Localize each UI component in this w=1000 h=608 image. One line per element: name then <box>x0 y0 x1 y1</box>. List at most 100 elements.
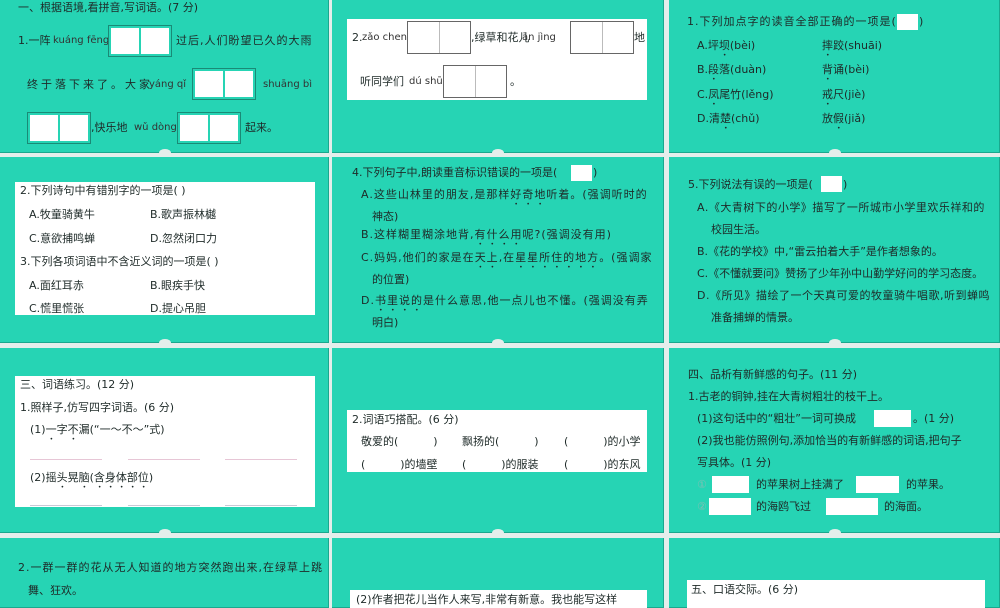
answer-box[interactable] <box>856 476 899 493</box>
question-text: 5.下列说法有误的一项是( <box>688 178 813 191</box>
question-text: 2.词语巧搭配。(6 分) <box>352 413 459 426</box>
dotted-char: 脑(含身体部位) <box>78 471 154 484</box>
text: C.妈妈,他们的家是在 <box>361 251 475 264</box>
question-card <box>15 182 315 315</box>
answer-box[interactable] <box>874 410 911 427</box>
slide-handle <box>158 529 171 533</box>
text: B. <box>697 63 709 76</box>
match-item: 敬爱的( ) <box>361 435 438 448</box>
answer-line[interactable] <box>225 505 297 506</box>
example-1: (1)一字不漏(“一～不～”式) <box>30 423 165 443</box>
slide-11[interactable]: (2)作者把花儿当作人来写,非常有新意。我也能写这样 <box>332 538 664 608</box>
text: ,在 <box>498 251 516 264</box>
text: (chǔ) <box>730 112 760 125</box>
slide-handle <box>828 149 841 153</box>
answer-box[interactable] <box>709 498 751 515</box>
answer-grid[interactable] <box>407 21 471 54</box>
question-text: 起来。 <box>245 121 278 134</box>
dotted-char: 坝 <box>718 39 730 52</box>
text: C. <box>697 88 709 101</box>
option-b-right: 背诵(bèi) <box>822 63 869 83</box>
slide-6[interactable]: 5.下列说法有误的一项是( ) A.《大青树下的小学》描写了一所城市小学里欢乐祥… <box>669 157 1000 343</box>
text: 听着。(强调听时的 <box>546 188 648 201</box>
dotted-char: 背 <box>822 63 833 76</box>
answer-line[interactable] <box>128 505 200 506</box>
text: 尺(jiè) <box>833 88 866 101</box>
text: 诵 <box>833 63 844 76</box>
option-a-cont: 校园生活。 <box>711 223 766 236</box>
option-d-cont: 准备捕蝉的情景。 <box>711 311 799 324</box>
question-text: 1.一阵 <box>18 34 51 47</box>
option: A.牧童骑黄牛 <box>29 208 95 221</box>
answer-grid[interactable] <box>443 65 507 98</box>
text: 落(duàn) <box>719 63 767 76</box>
question-text: 2.下列诗句中有错别字的一项是( ) <box>20 184 186 197</box>
option: A.面红耳赤 <box>29 279 84 292</box>
dotted-char: 不 <box>67 423 79 436</box>
dotted-text: 星星所住的地方 <box>515 251 600 264</box>
answer-boxes[interactable] <box>192 68 256 100</box>
answer-box[interactable] <box>826 498 878 515</box>
answer-box[interactable] <box>897 14 918 30</box>
answer-boxes[interactable] <box>27 112 91 144</box>
option-d: D.《所见》描绘了一个天真可爱的牧童骑牛唱歌,听到蝉鸣 <box>697 289 990 302</box>
sub-question: 。(1 分) <box>913 412 955 425</box>
text: 。(强调家 <box>599 251 653 264</box>
option: D.提心吊胆 <box>150 302 206 315</box>
question-text: (2)作者把花儿当作人来写,非常有新意。我也能写这样 <box>356 593 618 606</box>
option-d-cont: 明白) <box>372 316 399 329</box>
answer-box[interactable] <box>712 476 749 493</box>
text: (bèi) <box>844 63 870 76</box>
slide-handle <box>158 149 171 153</box>
answer-line[interactable] <box>30 459 102 460</box>
option-c-right: 戒尺(jiè) <box>822 88 865 108</box>
answer-line[interactable] <box>128 459 200 460</box>
option-a-right: 摔跤(shuāi) <box>822 39 882 59</box>
example-2: (2)摇头晃脑(含身体部位) <box>30 471 153 491</box>
pinyin: dú shū <box>409 76 443 87</box>
text: (bèi) <box>729 39 756 52</box>
dotted-text: 天上 <box>474 251 499 264</box>
option-d-left: D.清楚(chǔ) <box>697 112 760 132</box>
answer-box[interactable] <box>821 176 842 192</box>
match-item: 飘扬的( ) <box>462 435 539 448</box>
match-item: ( )的服装 <box>462 458 539 471</box>
item-marker: ① <box>697 478 707 491</box>
question-text: 1.下列加点字的读音全部正确的一项是( <box>687 15 897 28</box>
answer-boxes[interactable] <box>108 25 172 57</box>
slide-2[interactable]: 2. zǎo chen ,绿草和花儿 ān jìng 地 听同学们 dú shū… <box>332 0 664 153</box>
text: 晃 <box>67 471 79 484</box>
sub-question: (2)我也能仿照例句,添加恰当的有新鲜感的词语,把句子 <box>697 434 962 447</box>
slide-7[interactable]: 三、词语练习。(12 分) 1.照样子,仿写四字词语。(6 分) (1)一字不漏… <box>0 348 329 533</box>
text: 跤 <box>833 39 844 52</box>
question-text: 听同学们 <box>360 75 404 88</box>
section-heading: 一、根据语境,看拼音,写词语。(7 分) <box>18 1 199 14</box>
slide-1[interactable]: 一、根据语境,看拼音,写词语。(7 分) 1.一阵 kuáng fēng 过后,… <box>0 0 329 153</box>
slide-9[interactable]: 四、品析有新鲜感的句子。(11 分) 1.古老的铜钟,挂在大青树粗壮的枝干上。 … <box>669 348 1000 533</box>
pinyin: yáng qǐ <box>149 79 187 90</box>
answer-line[interactable] <box>225 459 297 460</box>
answer-box[interactable] <box>571 165 592 181</box>
slide-4[interactable]: 2.下列诗句中有错别字的一项是( ) A.牧童骑黄牛 B.歌声振林樾 C.意欲捕… <box>0 157 329 343</box>
answer-grid[interactable] <box>570 21 634 54</box>
section-heading: 四、品析有新鲜感的句子。(11 分) <box>688 368 858 381</box>
text: D. <box>361 294 375 307</box>
answer-line[interactable] <box>30 505 102 506</box>
sub-question: (1)这句话中的“粗壮”一词可换成 <box>697 412 856 425</box>
option: C.意欲捕鸣蝉 <box>29 232 96 245</box>
slide-handle <box>492 339 504 343</box>
slide-3[interactable]: 1.下列加点字的读音全部正确的一项是( ) A.坪坝(bèi) 摔跤(shuāi… <box>669 0 1000 153</box>
question-text: 过后,人们盼望已久的大雨 <box>176 34 313 47</box>
slide-12[interactable]: 五、口语交际。(6 分) <box>669 538 1000 608</box>
text: A.这些山林里的朋友,是那样 <box>361 188 511 201</box>
pinyin: shuāng bì <box>263 79 313 90</box>
sentence-text: 的苹果树上挂满了 <box>756 478 844 491</box>
match-item: ( )的东风 <box>564 458 641 471</box>
option-c-cont: 的位置) <box>372 273 410 286</box>
slide-10[interactable]: 2.一群一群的花从无人知道的地方突然跑出来,在绿草上跳 舞、狂欢。 <box>0 538 329 608</box>
option-c: C.《不懂就要问》赞扬了少年孙中山勤学好问的学习态度。 <box>697 267 984 280</box>
slide-8[interactable]: 2.词语巧搭配。(6 分) 敬爱的( ) 飘扬的( ) ( )的小学 ( )的墙… <box>332 348 664 533</box>
answer-boxes[interactable] <box>177 112 241 144</box>
sentence-text: 的苹果。 <box>906 478 950 491</box>
slide-5[interactable]: 4.下列句子中,朗读重音标识错误的一项是( ) A.这些山林里的朋友,是那样好奇… <box>332 157 664 343</box>
